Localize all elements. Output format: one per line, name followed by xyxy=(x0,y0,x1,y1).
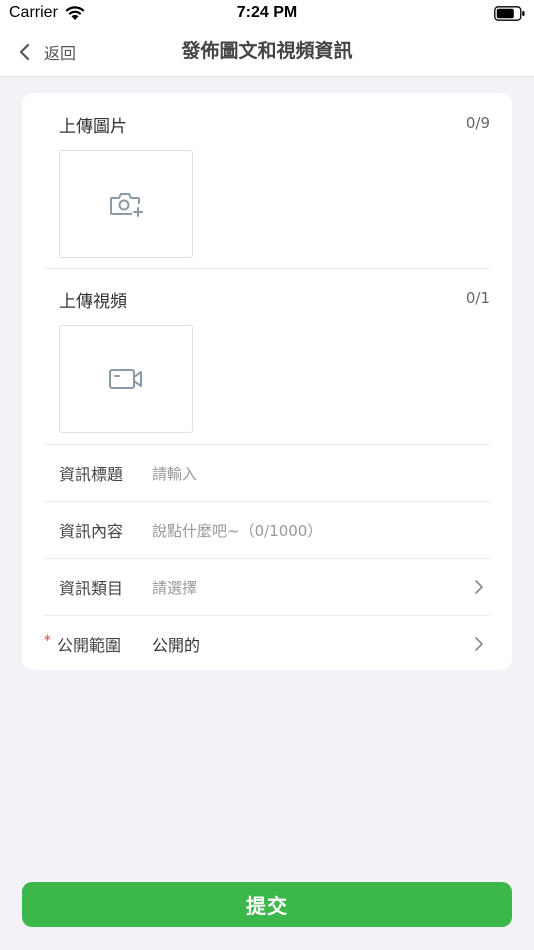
video-camera-icon xyxy=(109,369,142,389)
video-upload-count: 0/1 xyxy=(465,289,490,307)
image-upload-count: 0/9 xyxy=(465,114,490,132)
battery-icon xyxy=(494,6,525,21)
info-content-label: 資訊內容 xyxy=(59,522,124,541)
image-upload-section: 上傳圖片 0/9 xyxy=(44,93,490,269)
video-upload-box[interactable] xyxy=(59,325,193,433)
info-title-input[interactable]: 請輸入 xyxy=(150,463,490,484)
visibility-label-text: 公開範圍 xyxy=(57,636,122,655)
info-category-row[interactable]: 資訊類目 請選擇 xyxy=(44,559,490,615)
chevron-right-icon xyxy=(475,580,483,594)
status-time: 7:24 PM xyxy=(236,4,298,21)
info-title-row[interactable]: 資訊標題 請輸入 xyxy=(44,445,490,501)
form-card: 上傳圖片 0/9 上傳視頻 0/1 資訊標題 請輸入 資訊內容 說點什麼吧~（0… xyxy=(22,93,512,670)
info-title-label: 資訊標題 xyxy=(59,465,124,484)
submit-button[interactable]: 提交 xyxy=(22,882,512,927)
visibility-row[interactable]: * 公開範圍 公開的 xyxy=(44,616,490,672)
info-content-input[interactable]: 說點什麼吧~（0/1000） xyxy=(150,520,490,541)
info-content-row[interactable]: 資訊內容 說點什麼吧~（0/1000） xyxy=(44,502,490,558)
page-title: 發佈圖文和視頻資訊 xyxy=(181,40,353,62)
status-bar: Carrier 7:24 PM xyxy=(0,0,534,27)
visibility-select[interactable]: 公開的 xyxy=(150,632,490,656)
video-upload-section: 上傳視頻 0/1 xyxy=(44,269,490,445)
video-upload-title: 上傳視頻 xyxy=(59,292,127,312)
visibility-label: * 公開範圍 xyxy=(44,632,150,656)
image-upload-title: 上傳圖片 xyxy=(59,117,127,137)
required-mark: * xyxy=(44,633,51,649)
image-upload-box[interactable] xyxy=(59,150,193,258)
info-category-label: 資訊類目 xyxy=(59,579,124,598)
camera-plus-icon xyxy=(110,193,143,217)
info-category-select[interactable]: 請選擇 xyxy=(150,577,490,598)
chevron-right-icon xyxy=(475,637,483,651)
nav-bar: 返回 發佈圖文和視頻資訊 xyxy=(0,27,534,77)
